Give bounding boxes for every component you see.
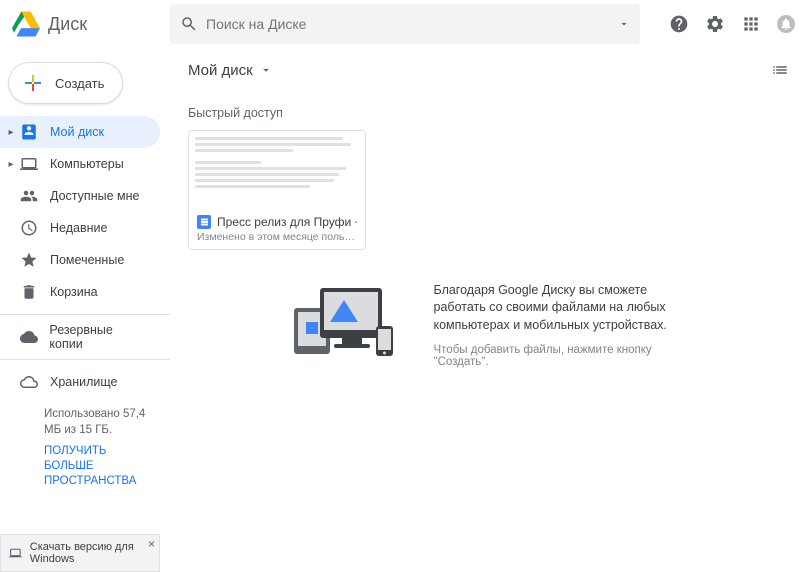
sidebar-item-label: Помеченные <box>50 253 124 267</box>
trash-icon <box>20 283 38 301</box>
breadcrumb[interactable]: Мой диск <box>188 62 273 79</box>
sidebar-item-trash[interactable]: Корзина <box>0 276 160 308</box>
bell-icon <box>779 17 793 31</box>
expand-icon[interactable]: ▸ <box>4 159 18 170</box>
empty-state-illustration <box>284 280 404 370</box>
empty-headline: Благодаря Google Диску вы сможете работа… <box>434 282 694 335</box>
close-icon[interactable]: × <box>148 537 155 551</box>
help-icon[interactable] <box>669 14 689 34</box>
docs-icon <box>197 215 211 229</box>
search-icon <box>180 15 198 33</box>
download-icon <box>9 545 22 561</box>
dropdown-icon <box>259 63 273 77</box>
storage-upgrade-link[interactable]: ПОЛУЧИТЬ БОЛЬШЕ ПРОСТРАНСТВА <box>44 444 158 489</box>
settings-icon[interactable] <box>705 14 725 34</box>
file-title: Пресс релиз для Пруфи + легенда ... <box>217 215 357 229</box>
storage-used-text: Использовано 57,4 МБ из 15 ГБ. <box>44 406 158 438</box>
sidebar-item-recent[interactable]: Недавние <box>0 212 160 244</box>
cloud-icon <box>20 328 38 346</box>
sidebar-item-storage[interactable]: Хранилище <box>0 366 160 398</box>
search-input[interactable] <box>206 16 618 32</box>
cloud-outline-icon <box>20 373 38 391</box>
plus-icon <box>21 71 45 95</box>
drive-logo-icon <box>12 10 40 38</box>
list-view-icon[interactable] <box>771 61 789 79</box>
star-icon <box>20 251 38 269</box>
sidebar-item-label: Корзина <box>50 285 98 299</box>
download-windows-banner[interactable]: Скачать версию для Windows × <box>0 534 160 572</box>
sidebar-item-starred[interactable]: Помеченные <box>0 244 160 276</box>
empty-sub: Чтобы добавить файлы, нажмите кнопку "Со… <box>434 344 694 368</box>
doc-preview <box>189 131 365 209</box>
create-label: Создать <box>55 76 104 91</box>
apps-icon[interactable] <box>741 14 761 34</box>
expand-icon[interactable]: ▸ <box>4 127 18 138</box>
sidebar-item-computers[interactable]: ▸ Компьютеры <box>0 148 160 180</box>
account-avatar[interactable] <box>777 15 795 33</box>
sidebar-item-label: Резервные копии <box>49 323 148 351</box>
clock-icon <box>20 219 38 237</box>
download-label: Скачать версию для Windows <box>30 541 151 565</box>
computer-icon <box>20 155 38 173</box>
sidebar-item-label: Хранилище <box>50 375 118 389</box>
quick-access-card[interactable]: Пресс релиз для Пруфи + легенда ... Изме… <box>188 130 366 250</box>
sidebar-item-label: Мой диск <box>50 125 104 139</box>
sidebar-item-label: Компьютеры <box>50 157 124 171</box>
create-button[interactable]: Создать <box>8 62 123 104</box>
sidebar-item-my-drive[interactable]: ▸ Мой диск <box>0 116 160 148</box>
logo[interactable]: Диск <box>12 10 170 38</box>
file-modified: Изменено в этом месяце пользователем ... <box>197 231 357 243</box>
sidebar-item-label: Недавние <box>50 221 107 235</box>
breadcrumb-label: Мой диск <box>188 62 253 79</box>
quick-access-title: Быстрый доступ <box>188 106 789 120</box>
shared-icon <box>20 187 38 205</box>
search-bar[interactable] <box>170 4 640 44</box>
drive-icon <box>20 123 38 141</box>
app-name: Диск <box>48 14 87 35</box>
sidebar-item-backups[interactable]: Резервные копии <box>0 321 160 353</box>
sidebar-item-shared[interactable]: Доступные мне <box>0 180 160 212</box>
search-dropdown-icon[interactable] <box>618 18 630 30</box>
sidebar-item-label: Доступные мне <box>50 189 139 203</box>
